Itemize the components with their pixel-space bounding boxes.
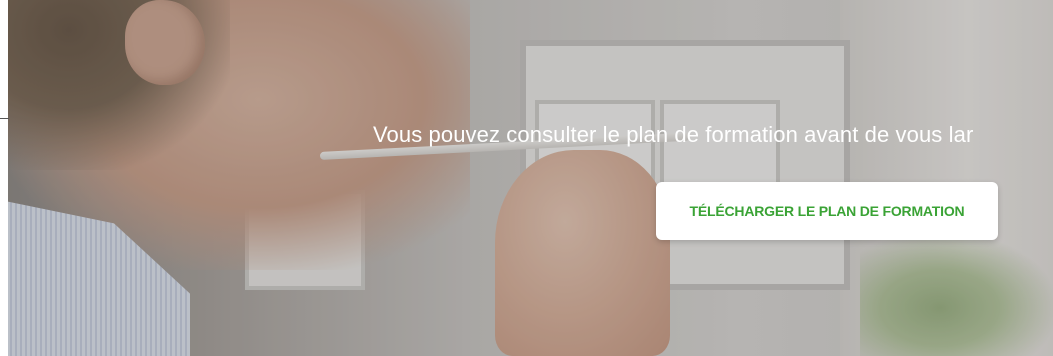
- page-left-edge: [0, 0, 8, 356]
- hero-banner: Vous pouvez consulter le plan de formati…: [0, 0, 1053, 356]
- divider: [0, 118, 9, 119]
- download-training-plan-button[interactable]: TÉLÉCHARGER LE PLAN DE FORMATION: [656, 182, 998, 240]
- hero-tagline: Vous pouvez consulter le plan de formati…: [373, 122, 974, 147]
- dark-overlay: [0, 0, 1053, 356]
